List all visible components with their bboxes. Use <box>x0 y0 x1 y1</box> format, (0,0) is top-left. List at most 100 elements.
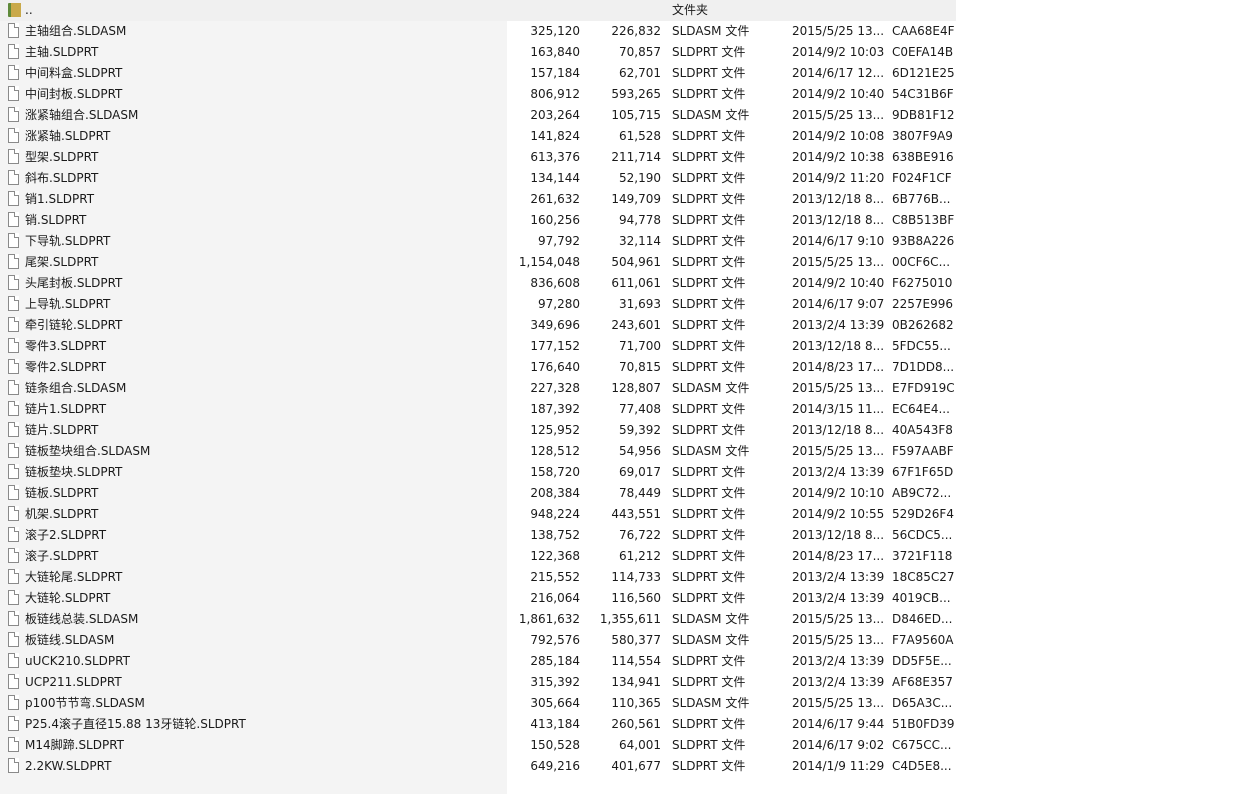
file-icon <box>7 525 21 546</box>
table-row[interactable]: 主轴组合.SLDASM 325,120 226,832 SLDASM 文件 2015/5… <box>0 21 956 42</box>
table-row[interactable]: 板链线.SLDASM 792,576 580,377 SLDASM 文件 2015/5/… <box>0 630 956 651</box>
file-crc: D846ED... <box>892 612 953 626</box>
table-row[interactable]: 销1.SLDPRT 261,632 149,709 SLDPRT 文件 2013/12/… <box>0 189 956 210</box>
table-row[interactable]: 机架.SLDPRT 948,224 443,551 SLDPRT 文件 2014/9/2… <box>0 504 956 525</box>
parent-folder-row[interactable]: .. 文件夹 <box>0 0 956 21</box>
table-row[interactable]: 2.2KW.SLDPRT 649,216 401,677 SLDPRT 文件 2014/… <box>0 756 956 777</box>
file-type: SLDPRT 文件 <box>672 465 746 479</box>
table-row[interactable]: 斜布.SLDPRT 134,144 52,190 SLDPRT 文件 2014/9/2 … <box>0 168 956 189</box>
file-crc: 40A543F8 <box>892 423 953 437</box>
file-name: 滚子2.SLDPRT <box>25 528 107 542</box>
file-icon <box>7 42 21 63</box>
table-row[interactable]: UCP211.SLDPRT 315,392 134,941 SLDPRT 文件 2013… <box>0 672 956 693</box>
file-size: 806,912 <box>530 87 580 101</box>
file-icon <box>7 462 21 483</box>
file-name: 链片1.SLDPRT <box>25 402 107 416</box>
file-size: 413,184 <box>530 717 580 731</box>
file-icon <box>7 336 21 357</box>
file-size: 122,368 <box>530 549 580 563</box>
file-modified: 2015/5/25 13... <box>792 696 884 710</box>
table-row[interactable]: 中间封板.SLDPRT 806,912 593,265 SLDPRT 文件 2014/9… <box>0 84 956 105</box>
table-row[interactable]: 大链轮尾.SLDPRT 215,552 114,733 SLDPRT 文件 2013/2… <box>0 567 956 588</box>
file-type: SLDPRT 文件 <box>672 549 746 563</box>
file-name: 链条组合.SLDASM <box>25 381 127 395</box>
file-size: 138,752 <box>530 528 580 542</box>
file-name: 主轴.SLDPRT <box>25 45 99 59</box>
file-type: SLDPRT 文件 <box>672 129 746 143</box>
table-row[interactable]: 涨紧轴.SLDPRT 141,824 61,528 SLDPRT 文件 2014/9/2… <box>0 126 956 147</box>
file-name: 牵引链轮.SLDPRT <box>25 318 123 332</box>
table-row[interactable]: P25.4滚子直径15.88 13牙链轮.SLDPRT 413,184 260,56… <box>0 714 956 735</box>
file-packed-size: 580,377 <box>611 633 661 647</box>
file-crc: EC64E4... <box>892 402 950 416</box>
file-modified: 2015/5/25 13... <box>792 255 884 269</box>
file-icon <box>7 441 21 462</box>
table-row[interactable]: 涨紧轴组合.SLDASM 203,264 105,715 SLDASM 文件 2015/… <box>0 105 956 126</box>
file-size: 125,952 <box>530 423 580 437</box>
file-packed-size: 76,722 <box>619 528 661 542</box>
file-type: SLDPRT 文件 <box>672 738 746 752</box>
file-icon <box>7 294 21 315</box>
file-modified: 2015/5/25 13... <box>792 24 884 38</box>
file-size: 128,512 <box>530 444 580 458</box>
file-modified: 2014/9/2 10:38 <box>792 150 884 164</box>
file-size: 176,640 <box>530 360 580 374</box>
file-modified: 2015/5/25 13... <box>792 108 884 122</box>
file-icon <box>7 567 21 588</box>
file-size: 97,280 <box>538 297 580 311</box>
file-modified: 2014/9/2 10:10 <box>792 486 884 500</box>
table-row[interactable]: uUCK210.SLDPRT 285,184 114,554 SLDPRT 文件 201… <box>0 651 956 672</box>
table-row[interactable]: 牵引链轮.SLDPRT 349,696 243,601 SLDPRT 文件 2013/2… <box>0 315 956 336</box>
table-row[interactable]: 销.SLDPRT 160,256 94,778 SLDPRT 文件 2013/12/18… <box>0 210 956 231</box>
table-row[interactable]: 尾架.SLDPRT 1,154,048 504,961 SLDPRT 文件 2015/5… <box>0 252 956 273</box>
file-type: SLDASM 文件 <box>672 381 750 395</box>
table-row[interactable]: 零件3.SLDPRT 177,152 71,700 SLDPRT 文件 2013/12/… <box>0 336 956 357</box>
file-icon <box>7 189 21 210</box>
file-size: 948,224 <box>530 507 580 521</box>
table-row[interactable]: 大链轮.SLDPRT 216,064 116,560 SLDPRT 文件 2013/2/… <box>0 588 956 609</box>
table-row[interactable]: 零件2.SLDPRT 176,640 70,815 SLDPRT 文件 2014/8/2… <box>0 357 956 378</box>
file-packed-size: 71,700 <box>619 339 661 353</box>
file-size: 1,861,632 <box>518 612 580 626</box>
table-row[interactable]: M14脚蹄.SLDPRT 150,528 64,001 SLDPRT 文件 2014/6… <box>0 735 956 756</box>
file-icon <box>7 105 21 126</box>
table-row[interactable]: 主轴.SLDPRT 163,840 70,857 SLDPRT 文件 2014/9/2 … <box>0 42 956 63</box>
table-row[interactable]: 型架.SLDPRT 613,376 211,714 SLDPRT 文件 2014/9/2… <box>0 147 956 168</box>
table-row[interactable]: 板链线总装.SLDASM 1,861,632 1,355,611 SLDASM 文件 2… <box>0 609 956 630</box>
file-name: p100节节弯.SLDASM <box>25 696 145 710</box>
file-size: 349,696 <box>530 318 580 332</box>
table-row[interactable]: 下导轨.SLDPRT 97,792 32,114 SLDPRT 文件 2014/6/17… <box>0 231 956 252</box>
table-row[interactable]: 链条组合.SLDASM 227,328 128,807 SLDASM 文件 2015/5… <box>0 378 956 399</box>
file-size: 216,064 <box>530 591 580 605</box>
file-type: SLDPRT 文件 <box>672 213 746 227</box>
table-row[interactable]: 滚子.SLDPRT 122,368 61,212 SLDPRT 文件 2014/8/23… <box>0 546 956 567</box>
file-packed-size: 149,709 <box>611 192 661 206</box>
file-size: 649,216 <box>530 759 580 773</box>
table-row[interactable]: 链板垫块.SLDPRT 158,720 69,017 SLDPRT 文件 2013/2/… <box>0 462 956 483</box>
file-crc: E7FD919C <box>892 381 954 395</box>
file-icon <box>7 168 21 189</box>
table-row[interactable]: 中间料盒.SLDPRT 157,184 62,701 SLDPRT 文件 2014/6/… <box>0 63 956 84</box>
file-packed-size: 260,561 <box>611 717 661 731</box>
file-size: 203,264 <box>530 108 580 122</box>
file-packed-size: 593,265 <box>611 87 661 101</box>
file-name: 中间料盒.SLDPRT <box>25 66 123 80</box>
file-icon <box>7 231 21 252</box>
file-name: 下导轨.SLDPRT <box>25 234 111 248</box>
file-crc: F6275010 <box>892 276 953 290</box>
table-row[interactable]: 链板垫块组合.SLDASM 128,512 54,956 SLDASM 文件 2015/… <box>0 441 956 462</box>
table-row[interactable]: 链片1.SLDPRT 187,392 77,408 SLDPRT 文件 2014/3/1… <box>0 399 956 420</box>
table-row[interactable]: 链片.SLDPRT 125,952 59,392 SLDPRT 文件 2013/12/1… <box>0 420 956 441</box>
file-packed-size: 61,528 <box>619 129 661 143</box>
file-modified: 2013/2/4 13:39 <box>792 654 884 668</box>
file-name: 斜布.SLDPRT <box>25 171 99 185</box>
file-type: SLDPRT 文件 <box>672 318 746 332</box>
file-icon <box>7 714 21 735</box>
table-row[interactable]: 滚子2.SLDPRT 138,752 76,722 SLDPRT 文件 2013/12/… <box>0 525 956 546</box>
file-modified: 2014/1/9 11:29 <box>792 759 884 773</box>
table-row[interactable]: p100节节弯.SLDASM 305,664 110,365 SLDASM 文件 201… <box>0 693 956 714</box>
file-name: 板链线总装.SLDASM <box>25 612 139 626</box>
table-row[interactable]: 头尾封板.SLDPRT 836,608 611,061 SLDPRT 文件 2014/9… <box>0 273 956 294</box>
table-row[interactable]: 链板.SLDPRT 208,384 78,449 SLDPRT 文件 2014/9/2 … <box>0 483 956 504</box>
table-row[interactable]: 上导轨.SLDPRT 97,280 31,693 SLDPRT 文件 2014/6/17… <box>0 294 956 315</box>
